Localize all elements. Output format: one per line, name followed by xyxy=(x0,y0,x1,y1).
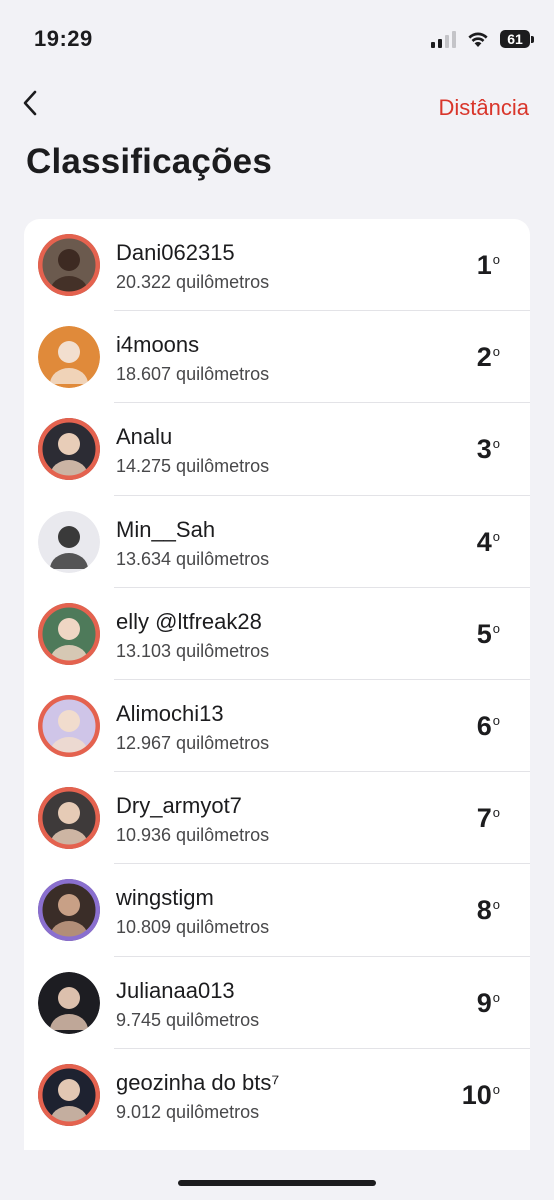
rank-ordinal: o xyxy=(492,805,500,821)
distance-value: 13.634 quilômetros xyxy=(116,548,270,569)
battery-level: 61 xyxy=(500,30,530,48)
home-indicator xyxy=(178,1180,376,1186)
user-avatar[interactable] xyxy=(38,602,100,665)
username: wingstigm xyxy=(116,885,214,911)
rank-ordinal: o xyxy=(492,1081,500,1097)
back-button[interactable] xyxy=(22,88,46,118)
username: Dry_armyot7 xyxy=(116,793,242,819)
rank-ordinal: o xyxy=(492,252,500,267)
rank-number: 9 xyxy=(476,987,492,1018)
rank-position: 8o xyxy=(477,895,500,926)
user-avatar[interactable] xyxy=(38,1063,100,1126)
distance-value: 9.012 quilômetros xyxy=(116,1101,260,1122)
user-avatar[interactable] xyxy=(38,971,100,1034)
rank-position: 7o xyxy=(477,803,500,834)
leaderboard-row[interactable]: wingstigm 10.809 quilômetros 8o xyxy=(24,864,530,957)
rank-ordinal: o xyxy=(492,344,500,360)
rank-ordinal: o xyxy=(492,712,500,728)
distance-value: 18.607 quilômetros xyxy=(116,364,270,385)
leaderboard-row[interactable]: Alimochi13 12.967 quilômetros 6o xyxy=(24,680,530,773)
status-icons: 61 xyxy=(431,30,534,48)
user-avatar[interactable] xyxy=(38,787,100,850)
rank-position: 3o xyxy=(477,434,500,465)
status-bar: 19:29 61 xyxy=(0,0,554,80)
leaderboard-row[interactable]: Dani062315 20.322 quilômetros 1o xyxy=(24,219,530,312)
rank-ordinal: o xyxy=(492,528,500,544)
user-avatar[interactable] xyxy=(38,879,100,942)
leaderboard-row[interactable]: Analu 14.275 quilômetros 3o xyxy=(24,403,530,496)
username: Julianaa013 xyxy=(116,977,235,1003)
rank-ordinal: o xyxy=(492,989,500,1005)
ranking-screen: 19:29 61 Distância Classificações Dani06… xyxy=(0,0,554,1200)
rank-position: 5o xyxy=(477,619,500,650)
distance-filter-button[interactable]: Distância xyxy=(439,95,529,121)
rank-number: 5 xyxy=(476,618,492,649)
user-avatar[interactable] xyxy=(38,510,100,573)
distance-value: 14.275 quilômetros xyxy=(116,456,270,477)
rank-number: 4 xyxy=(476,526,492,557)
rank-ordinal: o xyxy=(492,436,500,452)
username: geozinha do bts⁷ xyxy=(116,1069,280,1095)
rank-position: 6o xyxy=(477,711,500,742)
rank-position: 9o xyxy=(477,988,500,1019)
distance-value: 12.967 quilômetros xyxy=(116,732,270,753)
chevron-left-icon xyxy=(23,90,37,116)
page-title: Classificações xyxy=(26,142,273,181)
distance-value: 10.809 quilômetros xyxy=(116,917,270,938)
user-avatar[interactable] xyxy=(38,418,100,481)
rank-position: 2o xyxy=(477,342,500,373)
username: Dani062315 xyxy=(116,240,235,265)
rank-position: 10o xyxy=(462,1080,500,1111)
rank-number: 3 xyxy=(476,434,492,465)
rank-position: 1o xyxy=(477,250,500,281)
username: Analu xyxy=(116,424,173,450)
distance-value: 10.936 quilômetros xyxy=(116,825,270,846)
user-avatar[interactable] xyxy=(38,694,100,757)
rank-position: 4o xyxy=(477,527,500,558)
distance-value: 20.322 quilômetros xyxy=(116,272,270,292)
rank-number: 6 xyxy=(476,710,492,741)
battery-icon: 61 xyxy=(500,30,534,48)
leaderboard-row[interactable]: Dry_armyot7 10.936 quilômetros 7o xyxy=(24,772,530,865)
leaderboard-row[interactable]: elly @ltfreak28 13.103 quilômetros 5o xyxy=(24,588,530,681)
username: Min__Sah xyxy=(116,516,216,542)
leaderboard-row[interactable]: Min__Sah 13.634 quilômetros 4o xyxy=(24,496,530,588)
distance-value: 13.103 quilômetros xyxy=(116,640,270,661)
distance-value: 9.745 quilômetros xyxy=(116,1009,260,1030)
leaderboard-row[interactable]: i4moons 18.607 quilômetros 2o xyxy=(24,311,530,404)
rank-ordinal: o xyxy=(492,620,500,636)
leaderboard-row[interactable]: geozinha do bts⁷ 9.012 quilômetros 10o xyxy=(24,1049,530,1141)
leaderboard-list: Dani062315 20.322 quilômetros 1o i4moons… xyxy=(24,219,530,1150)
user-avatar[interactable] xyxy=(38,234,100,296)
rank-ordinal: o xyxy=(492,897,500,913)
rank-number: 8 xyxy=(476,895,492,926)
rank-number: 2 xyxy=(476,342,492,373)
username: Alimochi13 xyxy=(116,700,224,726)
status-time: 19:29 xyxy=(34,26,93,51)
username: elly @ltfreak28 xyxy=(116,608,262,634)
cellular-signal-icon xyxy=(431,30,456,48)
rank-number: 7 xyxy=(476,803,492,834)
user-avatar[interactable] xyxy=(38,326,100,389)
leaderboard-row[interactable]: Julianaa013 9.745 quilômetros 9o xyxy=(24,957,530,1049)
wifi-icon xyxy=(468,32,488,47)
rank-number: 10 xyxy=(461,1079,492,1110)
username: i4moons xyxy=(116,332,200,358)
rank-number: 1 xyxy=(476,250,492,280)
